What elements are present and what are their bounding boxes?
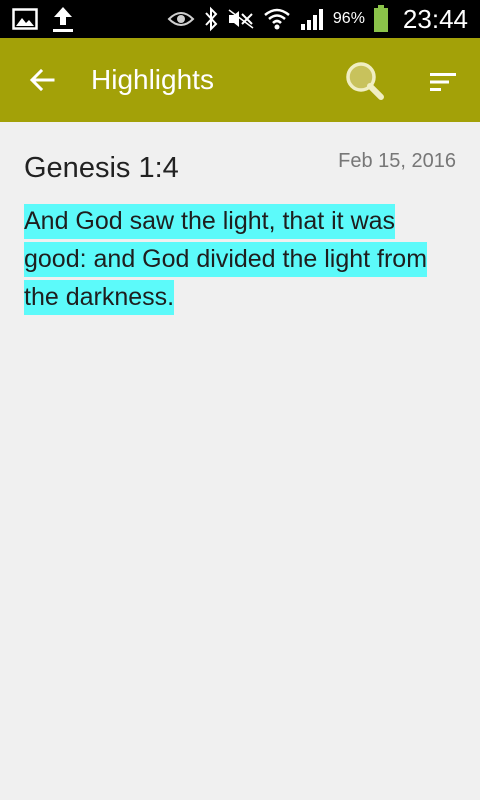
status-bar-left <box>12 0 74 38</box>
bluetooth-icon <box>203 6 219 32</box>
verse-text-container: And God saw the light, that it was good:… <box>24 202 434 316</box>
battery-percent: 96% <box>332 10 365 27</box>
page-title: Highlights <box>91 64 214 95</box>
arrow-left-icon <box>29 68 55 92</box>
highlight-date: Feb 15, 2016 <box>338 150 456 172</box>
signal-icon <box>299 7 325 31</box>
gallery-icon <box>12 7 38 31</box>
sort-button[interactable] <box>420 62 466 102</box>
mute-icon <box>227 8 255 30</box>
back-button[interactable] <box>22 62 62 98</box>
app-bar: Highlights <box>0 38 480 122</box>
verse-reference: Genesis 1:4 <box>24 152 179 184</box>
status-bar-right: 96% 23:44 <box>167 0 468 38</box>
upload-icon <box>52 5 74 33</box>
eye-icon <box>167 9 195 29</box>
list-item[interactable]: Genesis 1:4 Feb 15, 2016 And God saw the… <box>0 122 480 322</box>
wifi-icon <box>263 7 291 31</box>
battery-icon <box>373 5 389 33</box>
search-icon <box>346 62 384 100</box>
verse-text: And God saw the light, that it was good:… <box>24 204 428 315</box>
highlights-list: Genesis 1:4 Feb 15, 2016 And God saw the… <box>0 122 480 800</box>
search-button[interactable] <box>340 58 390 104</box>
sort-icon <box>430 73 456 91</box>
status-bar: 96% 23:44 <box>0 0 480 38</box>
clock: 23:44 <box>402 3 468 34</box>
